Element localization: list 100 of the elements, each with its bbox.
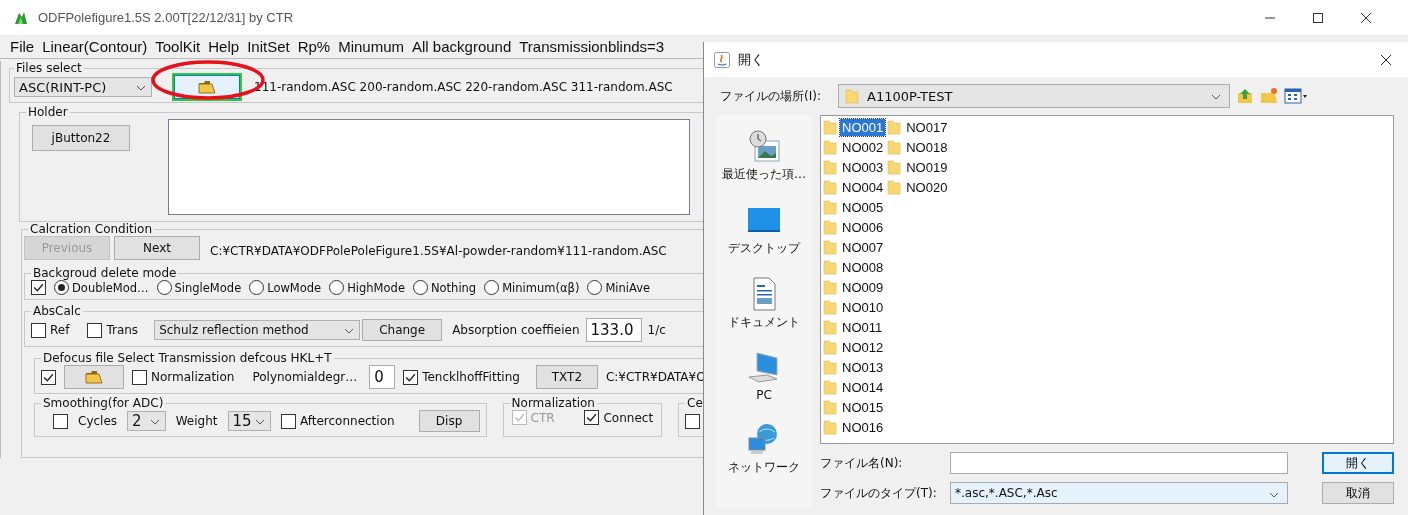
folder-item[interactable]: NO003 [823, 157, 886, 177]
folder-item[interactable]: NO018 [887, 137, 950, 157]
close-icon[interactable] [1380, 53, 1392, 66]
menu-item[interactable]: ToolKit [155, 38, 201, 55]
chevron-icon [136, 85, 146, 91]
radio-button[interactable] [412, 280, 428, 295]
folder-item[interactable]: NO014 [823, 377, 886, 397]
view-menu-icon[interactable] [1284, 87, 1308, 105]
folder-icon [85, 370, 103, 384]
weight-dropdown[interactable]: 15 [227, 411, 271, 431]
folder-name: NO016 [841, 418, 885, 436]
radio-label: DoubleMod… [72, 280, 149, 295]
folder-item[interactable]: NO007 [823, 237, 886, 257]
checkbox[interactable] [280, 413, 296, 429]
file-type-dropdown[interactable]: *.asc,*.ASC,*.Asc [950, 482, 1288, 504]
folder-icon [823, 399, 837, 415]
place-item[interactable]: デスクトップ [728, 203, 800, 257]
menu-item[interactable]: Help [208, 38, 240, 55]
checkbox[interactable] [584, 410, 600, 425]
folder-item[interactable]: NO015 [823, 397, 886, 417]
format-dropdown[interactable]: ASC(RINT-PC) [14, 77, 152, 97]
up-folder-icon[interactable] [1236, 87, 1254, 105]
folder-name: NO018 [905, 138, 949, 156]
cycles-dropdown[interactable]: 2 [127, 411, 166, 431]
maximize-icon[interactable] [1312, 11, 1324, 24]
menu-item[interactable]: InitSet [247, 38, 290, 55]
location-dropdown[interactable]: A1100P-TEST [838, 84, 1230, 108]
field-label: Polynomialdegr… [252, 370, 358, 384]
radio-label: SingleMode [174, 280, 242, 295]
folder-item[interactable]: NO009 [823, 277, 886, 297]
folder-item[interactable]: NO012 [823, 337, 886, 357]
field-label: ファイルのタイプ(T): [820, 484, 938, 502]
checkbox[interactable] [31, 280, 46, 295]
folder-item[interactable]: NO005 [823, 197, 886, 217]
java-icon [714, 51, 730, 68]
degree-field[interactable]: 0 [369, 365, 396, 389]
folder-item[interactable]: NO013 [823, 357, 886, 377]
folder-item[interactable]: NO002 [823, 137, 886, 157]
place-item[interactable]: ドキュメント [728, 277, 800, 331]
radio-button[interactable] [249, 280, 265, 295]
change-button[interactable]: Change [362, 319, 443, 341]
place-item[interactable]: PC [747, 351, 781, 402]
txt-button[interactable]: TXT2 [535, 365, 598, 389]
place-label: 最近使った項… [722, 166, 806, 183]
disp-button[interactable]: Disp [418, 410, 480, 432]
folder-item[interactable]: NO019 [887, 157, 950, 177]
close-icon[interactable] [1360, 11, 1372, 24]
field-label: Absorption coeffieien [452, 323, 580, 337]
folder-name: NO017 [905, 118, 949, 136]
folder-item[interactable]: NO016 [823, 417, 886, 437]
folder-item[interactable]: NO004 [823, 177, 886, 197]
folder-icon [823, 279, 837, 295]
menu-item[interactable]: Minumum [338, 38, 405, 55]
folder-item[interactable]: NO008 [823, 257, 886, 277]
folder-name: NO005 [841, 198, 885, 216]
radio-button[interactable] [54, 280, 69, 295]
radio-label: Minimum(αβ) [502, 280, 580, 295]
coefficient-field[interactable]: 133.0 [585, 318, 642, 342]
chevron-icon [344, 328, 355, 334]
menu-item[interactable]: Rp% [297, 38, 331, 55]
checkbox[interactable] [41, 369, 56, 385]
menu-item[interactable]: Transmissionblinds=3 [519, 38, 665, 55]
checkbox-label: Connect [603, 410, 654, 425]
menu-item[interactable]: All background [412, 38, 512, 55]
folder-icon [823, 179, 837, 195]
radio-button[interactable] [329, 280, 345, 295]
menu-item[interactable]: Linear(Contour) [42, 38, 148, 55]
checkbox[interactable] [403, 369, 419, 385]
radio-button[interactable] [156, 280, 172, 295]
checkbox[interactable] [53, 413, 68, 429]
holder-text-area[interactable] [168, 119, 690, 215]
field-label: Weight [175, 414, 218, 428]
place-item[interactable]: ネットワーク [728, 422, 800, 476]
radio-button[interactable] [587, 280, 603, 295]
method-dropdown[interactable]: Schulz reflection method [154, 320, 361, 340]
checkbox[interactable] [685, 413, 701, 429]
holder-button[interactable]: jButton22 [32, 125, 130, 151]
folder-name: NO013 [841, 358, 885, 376]
radio-label: HighMode [347, 280, 405, 295]
checkbox-label: Trans [106, 323, 139, 337]
folder-item[interactable]: NO001 [823, 117, 886, 137]
folder-icon [823, 159, 837, 175]
checkbox[interactable] [132, 369, 147, 385]
file-name-field[interactable] [950, 452, 1288, 474]
new-folder-icon[interactable] [1260, 87, 1278, 105]
checkbox[interactable] [87, 322, 103, 338]
folder-item[interactable]: NO020 [887, 177, 950, 197]
open-button[interactable]: 開く [1322, 452, 1394, 474]
nav-button[interactable]: Next [114, 236, 200, 260]
checkbox[interactable] [31, 322, 46, 338]
cancel-button[interactable]: 取消 [1322, 482, 1394, 504]
folder-name: NO011 [841, 318, 884, 336]
folder-item[interactable]: NO011 [823, 317, 886, 337]
folder-item[interactable]: NO006 [823, 217, 886, 237]
folder-item[interactable]: NO010 [823, 297, 886, 317]
place-item[interactable]: 最近使った項… [722, 129, 806, 183]
radio-button[interactable] [484, 280, 500, 295]
group-title: Backgroud delete mode [32, 266, 178, 280]
menu-item[interactable]: File [10, 38, 35, 55]
folder-item[interactable]: NO017 [887, 117, 950, 137]
